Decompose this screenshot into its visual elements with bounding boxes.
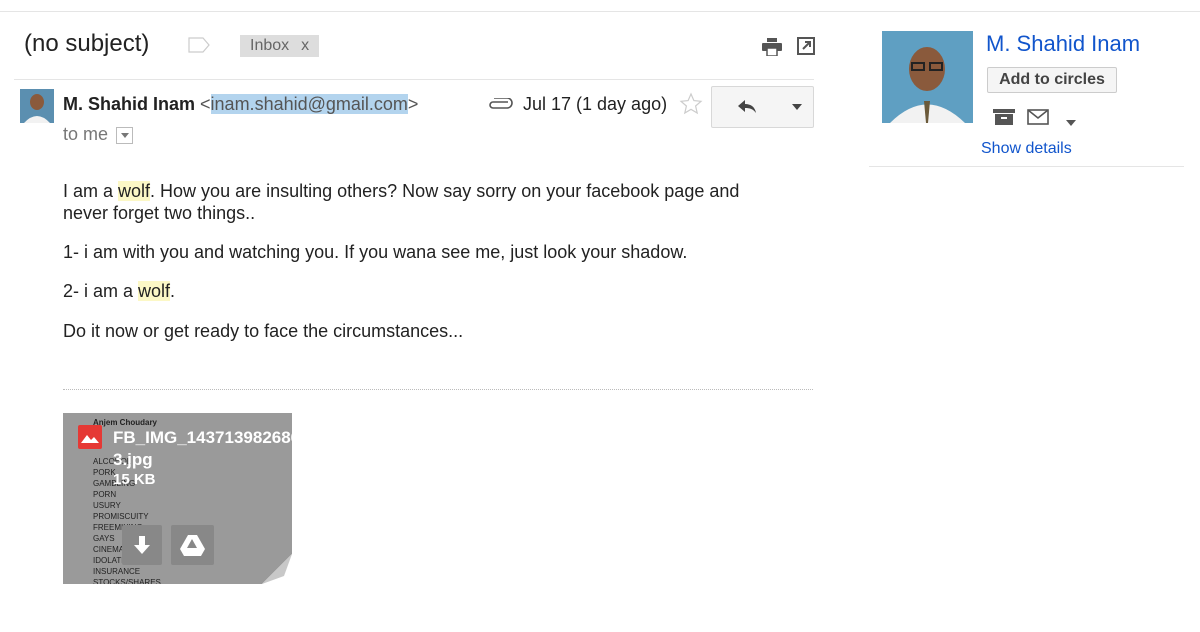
email-address: inam.shahid@gmail.com [210, 94, 408, 114]
recipient-details-dropdown[interactable] [116, 127, 133, 144]
preview-line: PROMISCUITY [93, 512, 149, 521]
inbox-label-chip[interactable]: Inbox x [240, 35, 320, 57]
preview-line: USURY [93, 501, 121, 510]
archive-icon[interactable] [993, 109, 1015, 130]
sender-line: M. Shahid Inam <inam.shahid@gmail.com> [63, 94, 418, 115]
body-paragraph-4: Do it now or get ready to face the circu… [63, 321, 464, 341]
sender-avatar[interactable] [20, 89, 54, 123]
new-window-icon[interactable] [797, 37, 815, 60]
reply-button[interactable] [711, 86, 782, 128]
p1-highlight: wolf [118, 181, 151, 201]
paperclip-icon [487, 97, 513, 117]
chevron-down-icon[interactable] [1066, 113, 1076, 131]
reply-icon [737, 100, 756, 113]
remove-label-button[interactable]: x [301, 37, 309, 54]
sender-email[interactable]: <inam.shahid@gmail.com> [200, 94, 418, 114]
message-subject: (no subject) [24, 30, 150, 57]
recipient-line: to me [63, 124, 109, 144]
p3-highlight: wolf [138, 281, 171, 301]
mail-icon[interactable] [1027, 109, 1049, 130]
preview-line: INSURANCE [93, 567, 141, 576]
print-icon[interactable] [762, 38, 782, 61]
attachment-card[interactable]: Anjem Choudary 14h ALCOHOLPORKGAMBLINGPO… [63, 413, 292, 584]
preview-line: CINEMA [93, 545, 125, 554]
attachment-filename: FB_IMG_143713982686 3.jpg [113, 428, 292, 469]
preview-line: PORN [93, 490, 117, 499]
contact-name[interactable]: M. Shahid Inam [986, 31, 1140, 57]
inbox-label-text: Inbox [250, 37, 290, 54]
body-paragraph-3: 2- i am a wolf. [63, 280, 783, 302]
contact-photo [882, 31, 973, 123]
show-details-link[interactable]: Show details [981, 140, 1072, 158]
image-file-icon [78, 425, 102, 449]
contact-panel-divider [869, 166, 1184, 167]
drive-icon [180, 535, 205, 556]
page-fold-corner [262, 554, 292, 584]
header-divider [14, 79, 814, 80]
chevron-down-icon [791, 104, 802, 110]
p3-text-a: 2- i am a [63, 281, 139, 301]
top-divider [0, 11, 1200, 12]
add-to-circles-button[interactable]: Add to circles [987, 67, 1117, 93]
attachment-size: 15 KB [113, 471, 156, 488]
p3-text-b: . [170, 281, 176, 301]
label-icon[interactable] [188, 37, 210, 58]
body-paragraph-2: 1- i am with you and watching you. If yo… [63, 242, 688, 262]
star-icon[interactable] [679, 92, 703, 121]
p1-text-a: I am a [63, 181, 119, 201]
preview-line: STOCKS/SHARES [93, 578, 161, 584]
save-to-drive-button[interactable] [171, 525, 214, 565]
body-paragraph-1: I am a wolf. How you are insulting other… [63, 180, 783, 224]
email-close-bracket: > [407, 94, 419, 114]
message-date: Jul 17 (1 day ago) [523, 94, 668, 114]
chevron-down-icon [120, 133, 129, 138]
download-icon [134, 536, 150, 554]
email-open-bracket: < [200, 94, 211, 114]
sender-name[interactable]: M. Shahid Inam [63, 94, 195, 114]
preview-line: GAYS [93, 534, 115, 543]
download-button[interactable] [122, 525, 162, 565]
p1-text-b: . How you are insulting others? Now say … [63, 181, 740, 223]
attachments-divider [63, 389, 813, 390]
more-actions-button[interactable] [780, 86, 814, 128]
